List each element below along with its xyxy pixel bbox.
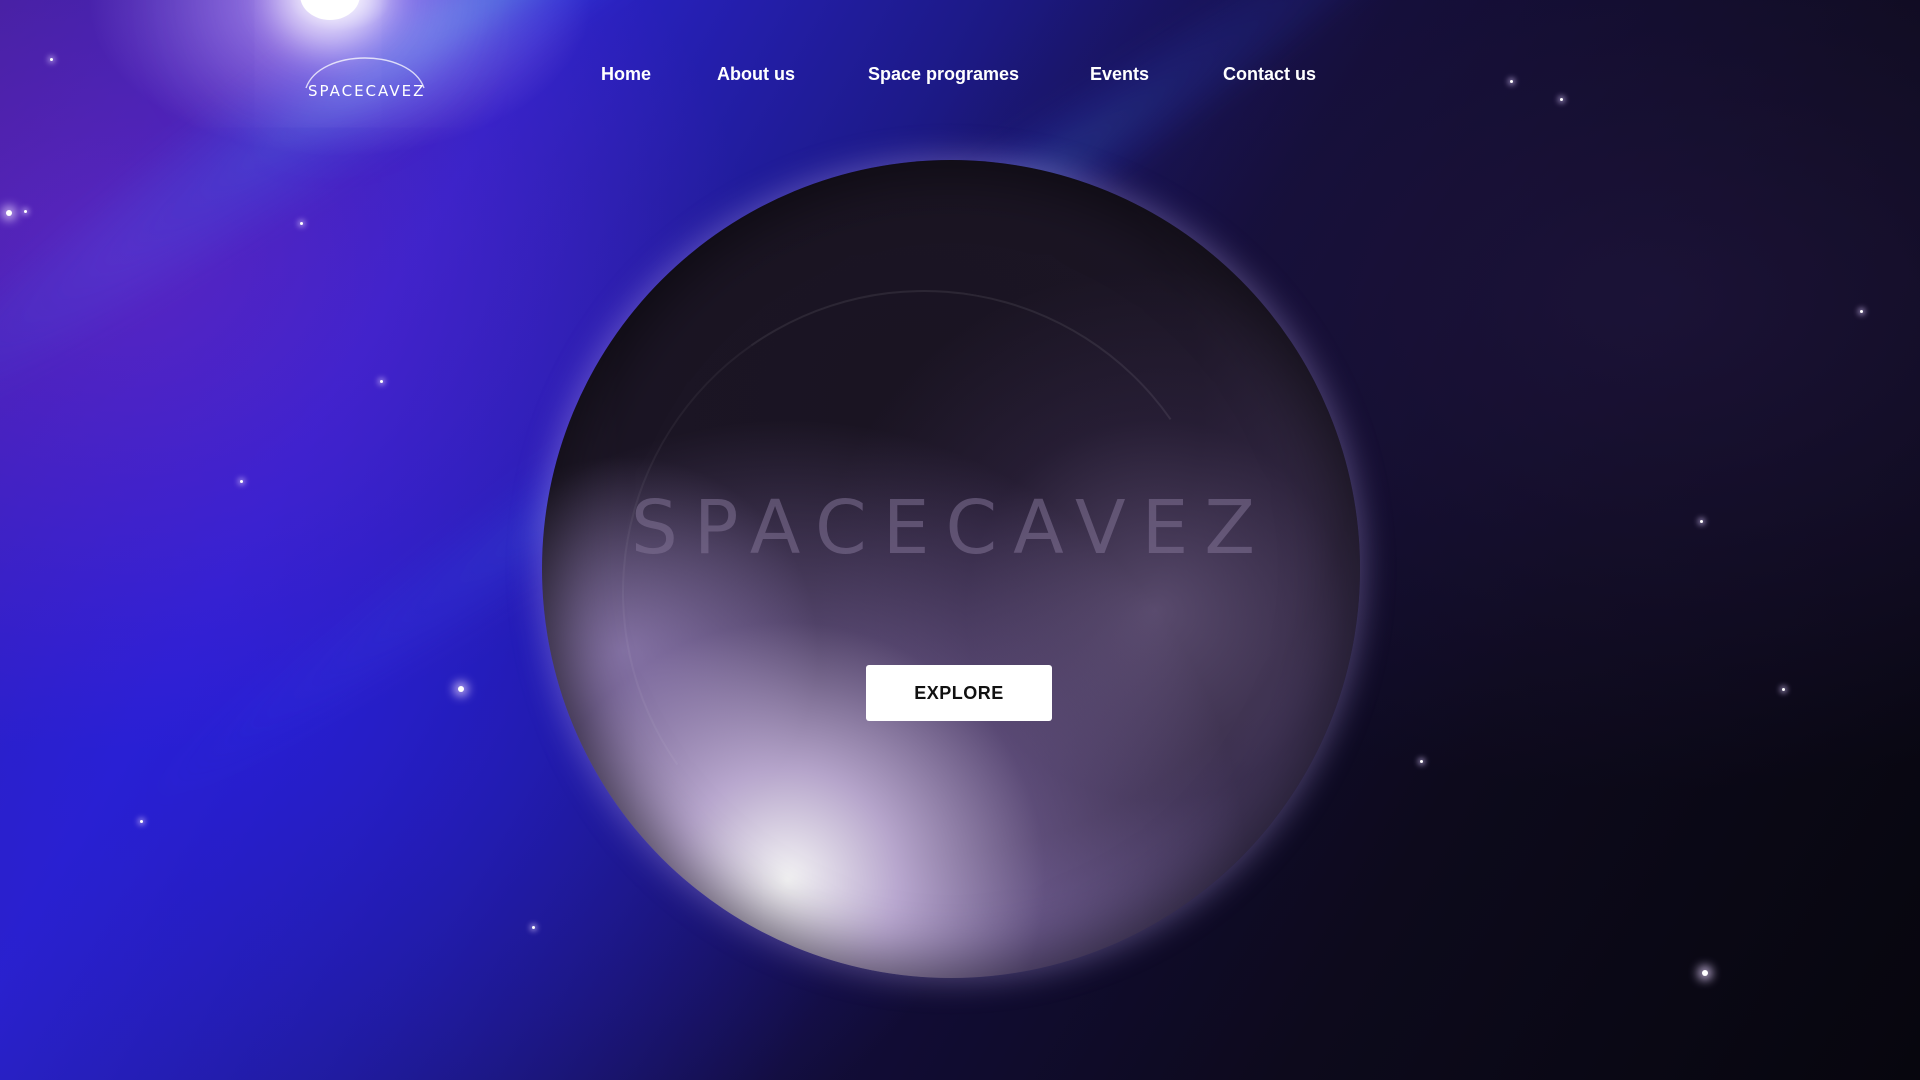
nav-item-space-programes[interactable]: Space programes: [868, 64, 1019, 85]
star: [1782, 688, 1785, 691]
star: [1702, 970, 1708, 976]
star: [532, 926, 535, 929]
star: [1560, 98, 1563, 101]
star: [1860, 310, 1863, 313]
explore-button[interactable]: EXPLORE: [866, 665, 1052, 721]
star: [24, 210, 27, 213]
star: [1420, 760, 1423, 763]
main-nav: Home About us Space programes Events Con…: [0, 64, 1920, 94]
star: [380, 380, 383, 383]
star: [140, 820, 143, 823]
nav-item-home[interactable]: Home: [601, 64, 651, 85]
nav-item-about-us[interactable]: About us: [717, 64, 795, 85]
nav-item-contact-us[interactable]: Contact us: [1223, 64, 1316, 85]
hero-background: SPACECAVEZ Home About us Space programes…: [0, 0, 1920, 1080]
star: [240, 480, 243, 483]
star: [50, 58, 53, 61]
hero-title: SPACECAVEZ: [630, 485, 1272, 571]
star: [300, 222, 303, 225]
nav-item-events[interactable]: Events: [1090, 64, 1149, 85]
planet-hero: SPACECAVEZ EXPLORE: [542, 160, 1360, 978]
star: [6, 210, 12, 216]
star: [1700, 520, 1703, 523]
star: [458, 686, 464, 692]
